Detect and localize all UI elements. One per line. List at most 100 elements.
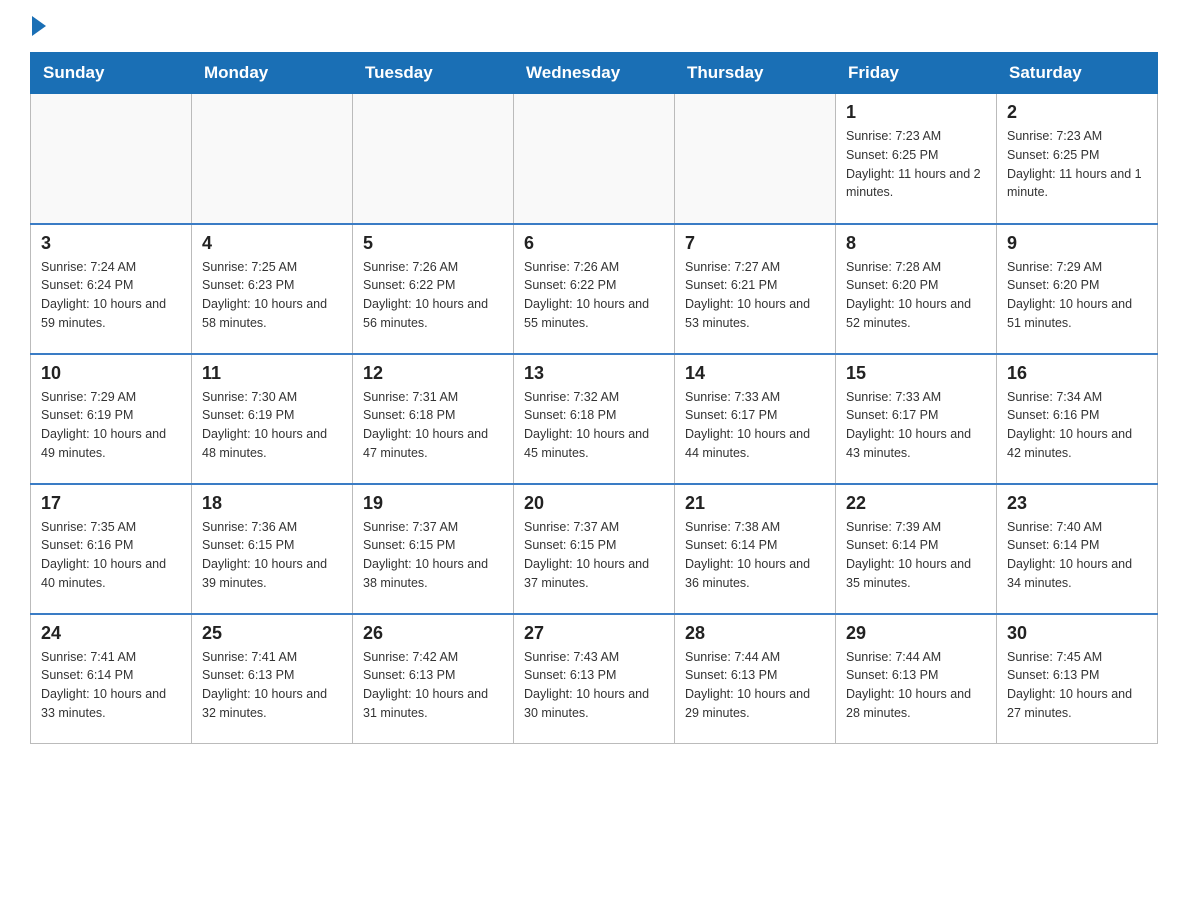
calendar-cell: 16Sunrise: 7:34 AM Sunset: 6:16 PM Dayli… xyxy=(997,354,1158,484)
day-number: 1 xyxy=(846,102,986,123)
calendar-week-row: 1 Sunrise: 7:23 AM Sunset: 6:25 PM Daylig… xyxy=(31,94,1158,224)
calendar-cell: 13 Sunrise: 7:32 AM Sunset: 6:18 PM Dayli… xyxy=(514,354,675,484)
calendar-cell: 18Sunrise: 7:36 AM Sunset: 6:15 PM Dayli… xyxy=(192,484,353,614)
day-info: Sunrise: 7:33 AM Sunset: 6:17 PM Dayligh… xyxy=(846,388,986,463)
day-info: Sunrise: 7:33 AM Sunset: 6:17 PM Dayligh… xyxy=(685,388,825,463)
day-info: Sunrise: 7:34 AM Sunset: 6:16 PM Dayligh… xyxy=(1007,388,1147,463)
day-info: Sunrise: 7:45 AM Sunset: 6:13 PM Dayligh… xyxy=(1007,648,1147,723)
day-info: Sunrise: 7:41 AM Sunset: 6:14 PM Dayligh… xyxy=(41,648,181,723)
calendar-cell: 20 Sunrise: 7:37 AM Sunset: 6:15 PM Dayli… xyxy=(514,484,675,614)
calendar-cell xyxy=(353,94,514,224)
day-info: Sunrise: 7:36 AM Sunset: 6:15 PM Dayligh… xyxy=(202,518,342,593)
day-info: Sunrise: 7:42 AM Sunset: 6:13 PM Dayligh… xyxy=(363,648,503,723)
day-info: Sunrise: 7:43 AM Sunset: 6:13 PM Dayligh… xyxy=(524,648,664,723)
day-info: Sunrise: 7:23 AM Sunset: 6:25 PM Dayligh… xyxy=(846,127,986,202)
logo-flag-icon xyxy=(32,16,46,36)
day-number: 20 xyxy=(524,493,664,514)
calendar-cell: 25Sunrise: 7:41 AM Sunset: 6:13 PM Dayli… xyxy=(192,614,353,744)
calendar-cell: 10 Sunrise: 7:29 AM Sunset: 6:19 PM Dayli… xyxy=(31,354,192,484)
calendar-cell: 6 Sunrise: 7:26 AM Sunset: 6:22 PM Daylig… xyxy=(514,224,675,354)
weekday-header-tuesday: Tuesday xyxy=(353,53,514,94)
day-number: 2 xyxy=(1007,102,1147,123)
calendar-table: SundayMondayTuesdayWednesdayThursdayFrid… xyxy=(30,52,1158,744)
calendar-cell xyxy=(514,94,675,224)
day-number: 15 xyxy=(846,363,986,384)
day-info: Sunrise: 7:37 AM Sunset: 6:15 PM Dayligh… xyxy=(363,518,503,593)
calendar-cell: 24 Sunrise: 7:41 AM Sunset: 6:14 PM Dayli… xyxy=(31,614,192,744)
day-info: Sunrise: 7:44 AM Sunset: 6:13 PM Dayligh… xyxy=(846,648,986,723)
day-number: 11 xyxy=(202,363,342,384)
calendar-cell xyxy=(675,94,836,224)
calendar-cell: 21 Sunrise: 7:38 AM Sunset: 6:14 PM Dayli… xyxy=(675,484,836,614)
calendar-header-row: SundayMondayTuesdayWednesdayThursdayFrid… xyxy=(31,53,1158,94)
day-number: 3 xyxy=(41,233,181,254)
page-header xyxy=(30,20,1158,32)
day-number: 8 xyxy=(846,233,986,254)
day-info: Sunrise: 7:44 AM Sunset: 6:13 PM Dayligh… xyxy=(685,648,825,723)
day-number: 25 xyxy=(202,623,342,644)
day-number: 12 xyxy=(363,363,503,384)
weekday-header-monday: Monday xyxy=(192,53,353,94)
day-number: 27 xyxy=(524,623,664,644)
calendar-cell: 15 Sunrise: 7:33 AM Sunset: 6:17 PM Dayli… xyxy=(836,354,997,484)
day-info: Sunrise: 7:39 AM Sunset: 6:14 PM Dayligh… xyxy=(846,518,986,593)
day-info: Sunrise: 7:23 AM Sunset: 6:25 PM Dayligh… xyxy=(1007,127,1147,202)
day-number: 13 xyxy=(524,363,664,384)
day-number: 6 xyxy=(524,233,664,254)
day-number: 14 xyxy=(685,363,825,384)
day-number: 4 xyxy=(202,233,342,254)
calendar-cell xyxy=(192,94,353,224)
calendar-cell: 28 Sunrise: 7:44 AM Sunset: 6:13 PM Dayli… xyxy=(675,614,836,744)
weekday-header-sunday: Sunday xyxy=(31,53,192,94)
logo xyxy=(30,20,46,32)
calendar-week-row: 24 Sunrise: 7:41 AM Sunset: 6:14 PM Dayli… xyxy=(31,614,1158,744)
weekday-header-thursday: Thursday xyxy=(675,53,836,94)
calendar-cell xyxy=(31,94,192,224)
calendar-cell: 7 Sunrise: 7:27 AM Sunset: 6:21 PM Daylig… xyxy=(675,224,836,354)
day-info: Sunrise: 7:27 AM Sunset: 6:21 PM Dayligh… xyxy=(685,258,825,333)
day-info: Sunrise: 7:31 AM Sunset: 6:18 PM Dayligh… xyxy=(363,388,503,463)
day-number: 28 xyxy=(685,623,825,644)
calendar-cell: 12 Sunrise: 7:31 AM Sunset: 6:18 PM Dayli… xyxy=(353,354,514,484)
calendar-cell: 5Sunrise: 7:26 AM Sunset: 6:22 PM Daylig… xyxy=(353,224,514,354)
day-info: Sunrise: 7:25 AM Sunset: 6:23 PM Dayligh… xyxy=(202,258,342,333)
calendar-cell: 26 Sunrise: 7:42 AM Sunset: 6:13 PM Dayli… xyxy=(353,614,514,744)
calendar-cell: 11 Sunrise: 7:30 AM Sunset: 6:19 PM Dayli… xyxy=(192,354,353,484)
day-number: 30 xyxy=(1007,623,1147,644)
day-info: Sunrise: 7:26 AM Sunset: 6:22 PM Dayligh… xyxy=(524,258,664,333)
calendar-cell: 2 Sunrise: 7:23 AM Sunset: 6:25 PM Daylig… xyxy=(997,94,1158,224)
day-number: 7 xyxy=(685,233,825,254)
day-number: 19 xyxy=(363,493,503,514)
day-number: 21 xyxy=(685,493,825,514)
day-info: Sunrise: 7:32 AM Sunset: 6:18 PM Dayligh… xyxy=(524,388,664,463)
day-number: 22 xyxy=(846,493,986,514)
day-number: 26 xyxy=(363,623,503,644)
calendar-cell: 22 Sunrise: 7:39 AM Sunset: 6:14 PM Dayli… xyxy=(836,484,997,614)
calendar-cell: 19 Sunrise: 7:37 AM Sunset: 6:15 PM Dayli… xyxy=(353,484,514,614)
calendar-cell: 3 Sunrise: 7:24 AM Sunset: 6:24 PM Daylig… xyxy=(31,224,192,354)
calendar-week-row: 10 Sunrise: 7:29 AM Sunset: 6:19 PM Dayli… xyxy=(31,354,1158,484)
day-info: Sunrise: 7:40 AM Sunset: 6:14 PM Dayligh… xyxy=(1007,518,1147,593)
calendar-cell: 8Sunrise: 7:28 AM Sunset: 6:20 PM Daylig… xyxy=(836,224,997,354)
calendar-cell: 9 Sunrise: 7:29 AM Sunset: 6:20 PM Daylig… xyxy=(997,224,1158,354)
day-number: 9 xyxy=(1007,233,1147,254)
calendar-cell: 17Sunrise: 7:35 AM Sunset: 6:16 PM Dayli… xyxy=(31,484,192,614)
calendar-week-row: 17Sunrise: 7:35 AM Sunset: 6:16 PM Dayli… xyxy=(31,484,1158,614)
weekday-header-friday: Friday xyxy=(836,53,997,94)
day-info: Sunrise: 7:29 AM Sunset: 6:20 PM Dayligh… xyxy=(1007,258,1147,333)
day-number: 23 xyxy=(1007,493,1147,514)
day-info: Sunrise: 7:38 AM Sunset: 6:14 PM Dayligh… xyxy=(685,518,825,593)
day-info: Sunrise: 7:30 AM Sunset: 6:19 PM Dayligh… xyxy=(202,388,342,463)
day-number: 17 xyxy=(41,493,181,514)
calendar-cell: 30 Sunrise: 7:45 AM Sunset: 6:13 PM Dayli… xyxy=(997,614,1158,744)
day-number: 24 xyxy=(41,623,181,644)
day-info: Sunrise: 7:24 AM Sunset: 6:24 PM Dayligh… xyxy=(41,258,181,333)
day-info: Sunrise: 7:26 AM Sunset: 6:22 PM Dayligh… xyxy=(363,258,503,333)
day-info: Sunrise: 7:37 AM Sunset: 6:15 PM Dayligh… xyxy=(524,518,664,593)
day-number: 29 xyxy=(846,623,986,644)
calendar-cell: 23 Sunrise: 7:40 AM Sunset: 6:14 PM Dayli… xyxy=(997,484,1158,614)
day-number: 10 xyxy=(41,363,181,384)
weekday-header-wednesday: Wednesday xyxy=(514,53,675,94)
day-info: Sunrise: 7:29 AM Sunset: 6:19 PM Dayligh… xyxy=(41,388,181,463)
calendar-week-row: 3 Sunrise: 7:24 AM Sunset: 6:24 PM Daylig… xyxy=(31,224,1158,354)
